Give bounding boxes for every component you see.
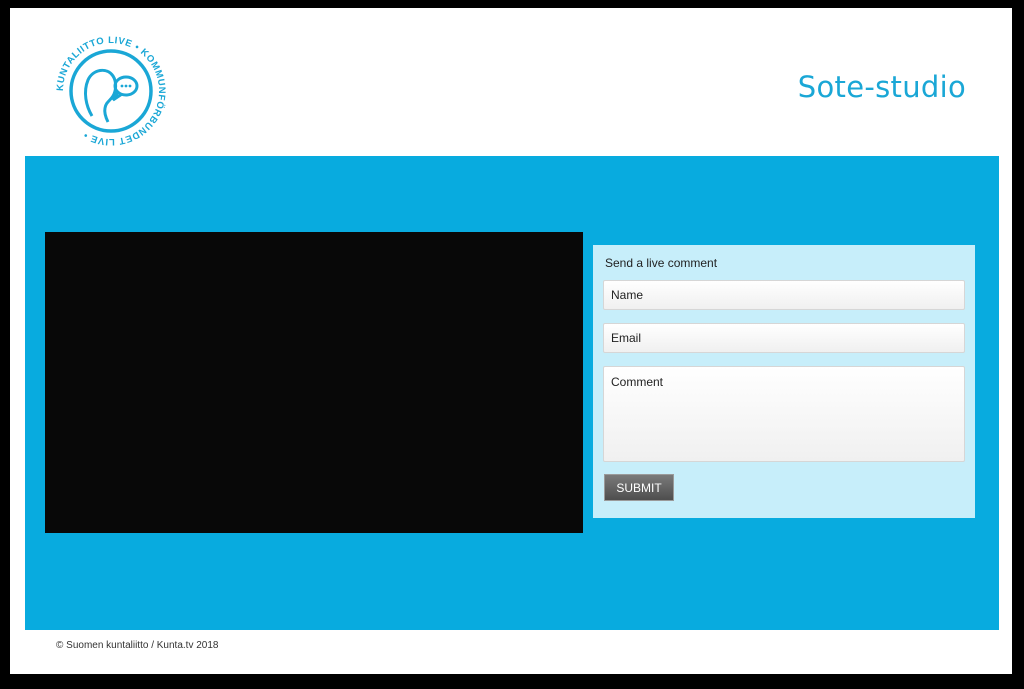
live-comment-form: Send a live comment SUBMIT — [593, 245, 975, 518]
comment-textarea[interactable] — [603, 366, 965, 462]
page: KUNTALIITTO LIVE • KOMMUNFÖRBUNDET LIVE … — [10, 8, 1012, 674]
name-input[interactable] — [603, 280, 965, 310]
email-input[interactable] — [603, 323, 965, 353]
stream-area: Send a live comment SUBMIT — [25, 156, 999, 630]
submit-button[interactable]: SUBMIT — [604, 474, 674, 501]
copyright-text: © Suomen kuntaliitto / Kunta.tv 2018 — [56, 640, 219, 651]
site-title: Sote-studio — [797, 70, 966, 104]
video-player[interactable] — [45, 232, 583, 533]
kuntaliitto-live-logo-icon[interactable]: KUNTALIITTO LIVE • KOMMUNFÖRBUNDET LIVE … — [50, 30, 172, 152]
footer: © Suomen kuntaliitto / Kunta.tv 2018 — [10, 630, 1012, 674]
comment-form-title: Send a live comment — [605, 256, 718, 270]
header: KUNTALIITTO LIVE • KOMMUNFÖRBUNDET LIVE … — [10, 8, 1012, 156]
